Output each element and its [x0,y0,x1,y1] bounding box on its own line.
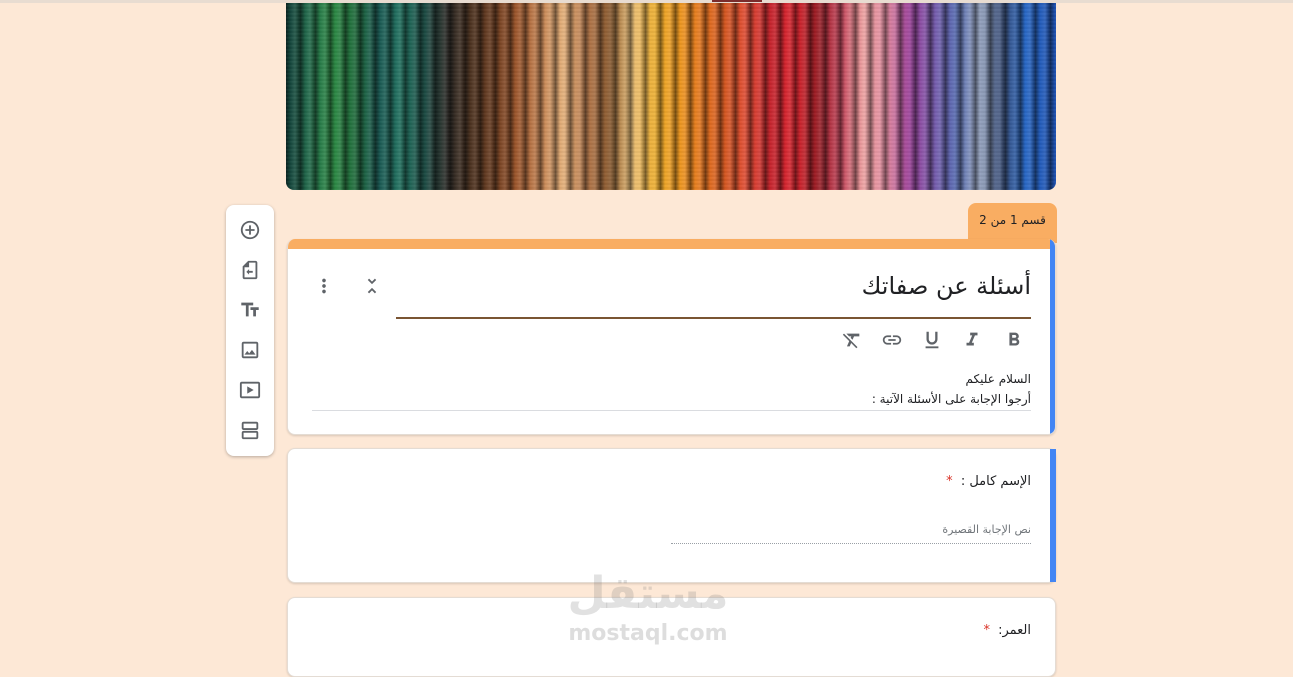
side-toolbar [226,205,274,456]
form-title-card[interactable]: أسئلة عن صفاتك السلام عليكم أرجوا الإجاب… [287,239,1056,435]
import-questions-icon[interactable] [226,250,274,290]
header-banner-image [286,3,1056,190]
underline-icon[interactable] [921,329,943,351]
description-line-1: السلام عليكم [965,372,1031,386]
collapse-section-icon[interactable] [361,275,383,297]
bold-icon[interactable] [1003,329,1025,351]
link-icon[interactable] [881,329,903,351]
active-card-indicator [1050,239,1055,434]
section-color-bar [288,239,1055,249]
watermark-logo-arabic: مستقل [567,568,729,619]
form-description[interactable]: السلام عليكم أرجوا الإجابة على الأسئلة ا… [311,369,1031,409]
short-answer-input[interactable] [671,515,1031,544]
question-title-text: العمر: [998,623,1031,638]
question-title: العمر: * [983,623,1031,638]
watermark-logo-latin: mostaql.com [568,621,728,646]
italic-icon[interactable] [961,329,983,351]
add-section-icon[interactable] [226,410,274,450]
required-asterisk: * [946,474,953,489]
add-question-icon[interactable] [226,210,274,250]
title-underline [396,317,1031,319]
clear-formatting-icon[interactable] [841,329,863,351]
form-title[interactable]: أسئلة عن صفاتك [862,272,1031,300]
active-card-indicator [1050,449,1056,582]
description-underline [312,410,1031,411]
add-title-icon[interactable] [226,290,274,330]
top-indicator [712,0,762,2]
question-card-full-name[interactable]: الإسم كامل : * [287,448,1056,583]
section-indicator-label: قسم 1 من 2 [979,213,1046,227]
add-video-icon[interactable] [226,370,274,410]
section-indicator-tab: قسم 1 من 2 [968,203,1057,243]
add-image-icon[interactable] [226,330,274,370]
more-options-icon[interactable] [313,275,335,297]
description-line-2: أرجوا الإجابة على الأسئلة الآتية : [871,392,1031,406]
required-asterisk: * [983,623,990,638]
question-title-text: الإسم كامل : [960,474,1031,489]
question-title: الإسم كامل : * [946,474,1031,489]
